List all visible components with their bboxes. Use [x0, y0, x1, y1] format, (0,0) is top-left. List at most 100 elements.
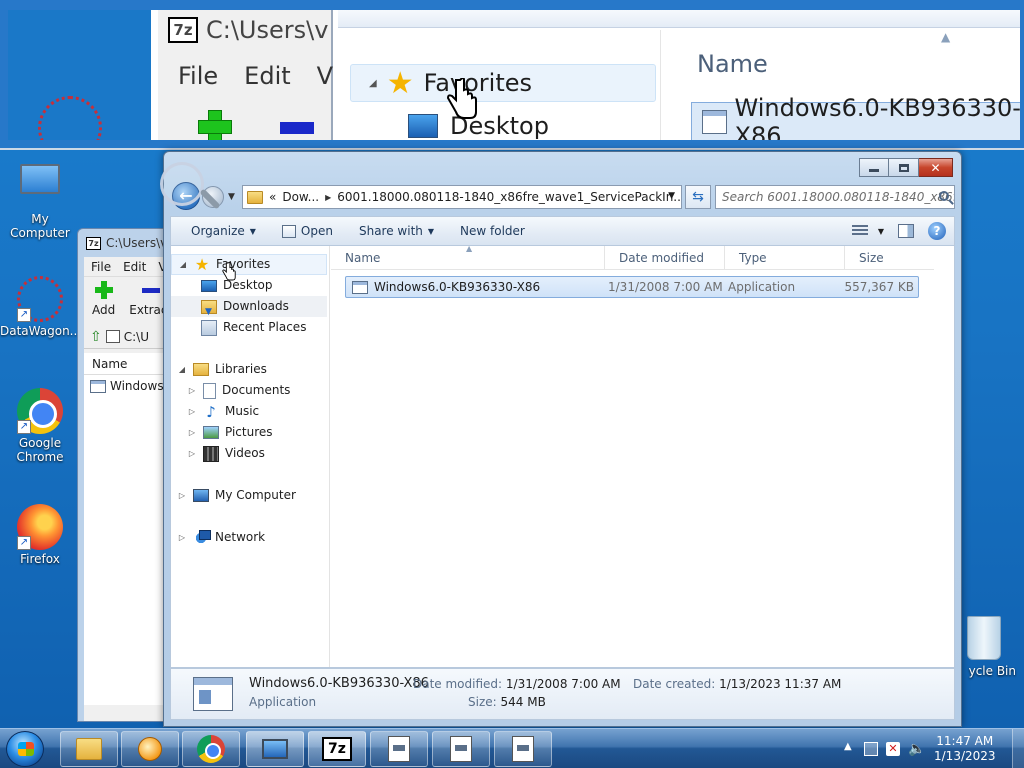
app-icon	[388, 736, 410, 762]
help-button[interactable]: ?	[928, 222, 946, 240]
taskbar-button-explorer[interactable]	[60, 731, 118, 767]
show-hidden-icons-button[interactable]: ▲	[844, 741, 852, 752]
show-desktop-button[interactable]	[1012, 729, 1024, 768]
explorer-window[interactable]: ✕ ← ▼ « Dow... ▶ 6001.18000.080118-1840_…	[163, 151, 962, 727]
close-button[interactable]: ✕	[919, 158, 953, 177]
details-file-name: Windows6.0-KB936330-X86	[249, 676, 429, 691]
taskbar-button-app-3[interactable]	[494, 731, 552, 767]
recent-places-icon	[201, 319, 217, 336]
magnifier-view: 7z C:\Users\v File Edit V ◢ ★ Favorites …	[0, 0, 1024, 150]
address-overflow[interactable]: «	[269, 190, 276, 204]
breadcrumb-separator-icon[interactable]: ▶	[325, 193, 331, 202]
clock-date: 1/13/2023	[934, 749, 996, 763]
file-list[interactable]: ▲ Name Date modified Type Size Windows6.…	[331, 244, 954, 667]
nav-item-pictures[interactable]: ▷ Pictures	[171, 422, 329, 443]
magnified-desktop	[8, 10, 151, 140]
nav-item-favorites[interactable]: ◢ ★ Favorites	[171, 254, 327, 275]
column-headers: ▲ Name Date modified Type Size	[331, 244, 934, 270]
nav-item-documents[interactable]: ▷ Documents	[171, 380, 329, 401]
network-tray-icon[interactable]	[864, 742, 878, 756]
file-row[interactable]: Windows6.0-KB936330-X86 1/31/2008 7:00 A…	[345, 276, 919, 298]
collapse-arrow-icon[interactable]: ◢	[178, 254, 188, 275]
breadcrumb-downloads[interactable]: Dow...	[282, 190, 319, 204]
app-icon	[450, 736, 472, 762]
maximize-button[interactable]	[889, 158, 919, 177]
7zip-window[interactable]: 7z C:\Users\vi File Edit V Add Extract ⇧…	[77, 228, 177, 722]
menu-file[interactable]: File	[91, 260, 111, 274]
nav-item-network[interactable]: ▷ Network	[171, 527, 329, 548]
nav-item-recent-places[interactable]: Recent Places	[171, 317, 329, 338]
start-button[interactable]	[6, 731, 44, 767]
column-header-type[interactable]: Type	[725, 246, 845, 270]
refresh-button[interactable]: ⇆	[685, 185, 711, 209]
column-header-date-modified[interactable]: Date modified	[605, 246, 725, 270]
drive-icon	[105, 330, 120, 343]
desktop-icon-datawagon[interactable]: ↗ DataWagon...	[0, 276, 81, 338]
desktop-icon-chrome[interactable]: ↗ Google Chrome	[0, 388, 80, 464]
expand-arrow-icon[interactable]: ▷	[187, 401, 197, 422]
column-header-name[interactable]: Name	[331, 246, 605, 270]
expand-arrow-icon[interactable]: ▷	[187, 380, 197, 401]
taskbar-button-chrome[interactable]	[182, 731, 240, 767]
desktop-icon-label: My Computer	[10, 212, 70, 240]
nav-item-my-computer[interactable]: ▷ My Computer	[171, 485, 329, 506]
taskbar-button-explorer-window[interactable]	[246, 731, 304, 767]
7zip-titlebar[interactable]: 7z C:\Users\vi	[78, 229, 176, 257]
expand-arrow-icon[interactable]: ▷	[177, 485, 187, 506]
action-center-icon[interactable]: ✕	[886, 742, 900, 756]
collapse-arrow-icon[interactable]: ◢	[177, 359, 187, 380]
datawagon-icon	[38, 96, 102, 140]
taskbar-button-app-2[interactable]	[432, 731, 490, 767]
close-icon: ✕	[930, 160, 941, 175]
recent-pages-dropdown[interactable]: ▼	[228, 192, 235, 202]
navigation-bar: ← ▼ « Dow... ▶ 6001.18000.080118-1840_x8…	[170, 182, 955, 210]
details-date-modified-label: Date modified:	[413, 677, 503, 691]
taskbar-button-7zip[interactable]: 7z	[308, 731, 366, 767]
open-button[interactable]: Open	[274, 221, 341, 241]
nav-item-music[interactable]: ▷ ♪ Music	[171, 401, 329, 422]
menu-edit[interactable]: Edit	[123, 260, 146, 274]
desktop-icon	[408, 114, 438, 138]
expand-arrow-icon[interactable]: ▷	[177, 527, 187, 548]
7zip-address[interactable]: C:\U	[124, 330, 149, 344]
nav-item-desktop[interactable]: Desktop	[171, 275, 329, 296]
nav-item-libraries[interactable]: ◢ Libraries	[171, 359, 329, 380]
documents-icon	[203, 382, 216, 399]
downloads-icon	[201, 299, 217, 323]
change-view-button[interactable]: ▼	[851, 225, 884, 237]
expand-arrow-icon[interactable]: ▷	[187, 443, 197, 464]
search-icon	[939, 191, 949, 201]
extract-icon	[141, 288, 160, 293]
column-header-size[interactable]: Size	[845, 246, 925, 270]
file-date-modified: 1/31/2008 7:00 AM	[608, 280, 723, 294]
clock[interactable]: 11:47 AM 1/13/2023	[934, 734, 996, 764]
libraries-icon	[193, 363, 209, 376]
address-bar[interactable]: « Dow... ▶ 6001.18000.080118-1840_x86fre…	[242, 185, 682, 209]
recycle-bin-icon	[967, 616, 1001, 660]
desktop-icon-my-computer[interactable]: My Computer	[0, 160, 80, 240]
taskbar-button-app-1[interactable]	[370, 731, 428, 767]
magnified-file-list: ▲ Name Windows6.0-KB936330-X86	[660, 30, 1020, 140]
organize-button[interactable]: Organize ▼	[183, 221, 264, 241]
nav-item-videos[interactable]: ▷ Videos	[171, 443, 329, 464]
address-dropdown-icon[interactable]: ▼	[668, 191, 675, 201]
clock-time: 11:47 AM	[936, 734, 994, 748]
application-icon	[352, 280, 368, 294]
details-file-type: Application	[249, 695, 317, 709]
taskbar-button-media-player[interactable]	[121, 731, 179, 767]
minimize-button[interactable]	[859, 158, 889, 177]
add-button[interactable]: Add	[92, 281, 115, 325]
search-input[interactable]: Search 6001.18000.080118-1840_x86fre...	[715, 185, 955, 209]
navigation-pane[interactable]: ◢ ★ Favorites Desktop Downloads Recent P…	[171, 246, 330, 667]
share-with-button[interactable]: Share with ▼	[351, 221, 442, 241]
expand-arrow-icon[interactable]: ▷	[187, 422, 197, 443]
breadcrumb-current-folder[interactable]: 6001.18000.080118-1840_x86fre_wave1_Serv…	[337, 190, 681, 204]
up-folder-icon[interactable]: ⇧	[90, 329, 102, 345]
desktop-icon-firefox[interactable]: ↗ Firefox	[0, 504, 80, 566]
new-folder-button[interactable]: New folder	[452, 221, 533, 241]
nav-item-downloads[interactable]: Downloads	[171, 296, 327, 323]
volume-icon[interactable]: 🔈	[908, 742, 925, 756]
file-type: Application	[728, 280, 796, 294]
preview-pane-button[interactable]	[898, 224, 914, 238]
dropdown-arrow-icon: ▼	[427, 226, 435, 236]
